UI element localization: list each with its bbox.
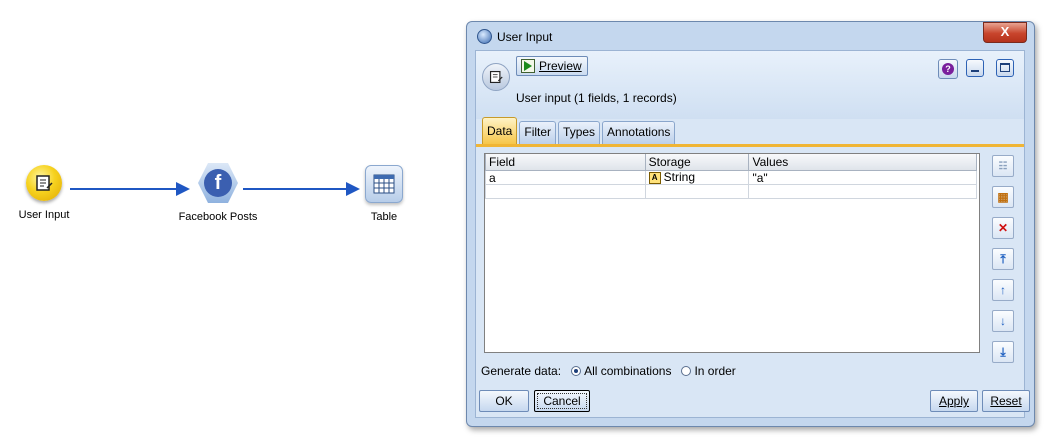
column-header-storage[interactable]: Storage (644, 154, 750, 171)
string-type-icon: A (648, 171, 661, 184)
node-label: Facebook Posts (178, 211, 258, 223)
apply-button[interactable]: Apply (930, 390, 978, 412)
preview-label: Preview (539, 59, 582, 73)
close-button[interactable]: X (983, 22, 1027, 43)
user-input-icon (26, 165, 62, 201)
header-area: Preview ? User input (1 fields, 1 record… (476, 51, 1024, 119)
add-field-button[interactable]: ▦ (992, 186, 1014, 208)
user-input-node-icon (482, 63, 510, 91)
app-icon (477, 29, 492, 44)
move-down-button[interactable]: ↓ (992, 310, 1014, 332)
radio-selected-icon (571, 366, 582, 376)
summary-text: User input (1 fields, 1 records) (516, 91, 677, 105)
user-input-dialog: User Input X Preview ? User input (1 fie… (466, 21, 1035, 427)
title-bar[interactable]: User Input X (467, 22, 1034, 50)
table-row[interactable]: a A String "a" (485, 170, 977, 185)
node-label: User Input (18, 209, 70, 221)
move-bottom-button[interactable]: ⤓ (992, 341, 1014, 363)
move-top-icon: ⤒ (1000, 251, 1006, 266)
node-facebook-posts[interactable]: f Facebook Posts (168, 163, 268, 223)
values-cell[interactable]: "a" (748, 170, 977, 185)
tab-data[interactable]: Data (482, 117, 518, 144)
data-table[interactable]: Field Storage Values a A String "a" (484, 153, 980, 353)
radio-label: All combinations (584, 364, 672, 378)
storage-cell[interactable]: A String (644, 170, 750, 185)
table-icon (365, 165, 403, 203)
help-button[interactable]: ? (938, 59, 958, 79)
move-top-button[interactable]: ⤒ (992, 248, 1014, 270)
facebook-icon: f (198, 163, 238, 203)
node-user-input[interactable]: User Input (16, 165, 72, 221)
radio-label: In order (694, 364, 736, 378)
dialog-title: User Input (497, 30, 553, 44)
column-header-field[interactable]: Field (485, 154, 646, 171)
move-up-icon: ↑ (1000, 283, 1006, 297)
connector-arrow (243, 182, 360, 196)
delete-icon: ✕ (997, 221, 1009, 235)
storage-value: String (663, 170, 695, 185)
specify-values-button[interactable]: ☷ (992, 155, 1014, 177)
maximize-button[interactable] (996, 59, 1014, 77)
tab-bar: Data Filter Types Annotations (482, 117, 676, 144)
move-bottom-icon: ⤓ (1000, 344, 1006, 359)
field-cell[interactable]: a (485, 170, 646, 185)
column-header-values[interactable]: Values (748, 154, 977, 171)
table-row-empty[interactable] (485, 184, 977, 199)
node-table[interactable]: Table (356, 165, 412, 223)
reset-button[interactable]: Reset (982, 390, 1030, 412)
add-field-icon: ▦ (997, 190, 1009, 204)
help-icon: ? (942, 63, 954, 75)
radio-in-order[interactable]: In order (681, 364, 736, 378)
radio-unselected-icon (681, 366, 692, 376)
cancel-button[interactable]: Cancel (534, 390, 590, 412)
table-header-row: Field Storage Values (485, 154, 977, 171)
generate-data-label: Generate data: (481, 364, 562, 378)
move-down-icon: ↓ (1000, 314, 1006, 328)
specify-values-icon: ☷ (998, 160, 1008, 172)
tab-types[interactable]: Types (558, 121, 601, 144)
preview-button[interactable]: Preview (516, 56, 588, 76)
dialog-body: Preview ? User input (1 fields, 1 record… (475, 50, 1030, 418)
move-up-button[interactable]: ↑ (992, 279, 1014, 301)
tab-annotations[interactable]: Annotations (602, 121, 676, 144)
delete-button[interactable]: ✕ (992, 217, 1014, 239)
table-tools: ☷ ▦ ✕ ⤒ ↑ ↓ ⤓ (992, 155, 1014, 363)
radio-all-combinations[interactable]: All combinations (571, 364, 671, 378)
minimize-button[interactable] (966, 59, 984, 77)
tab-filter[interactable]: Filter (519, 121, 557, 144)
tab-underline (476, 144, 1024, 147)
generate-data-group: Generate data: All combinations In order (481, 364, 736, 378)
play-icon (521, 59, 535, 73)
ok-button[interactable]: OK (479, 390, 529, 412)
node-label: Table (370, 211, 398, 223)
